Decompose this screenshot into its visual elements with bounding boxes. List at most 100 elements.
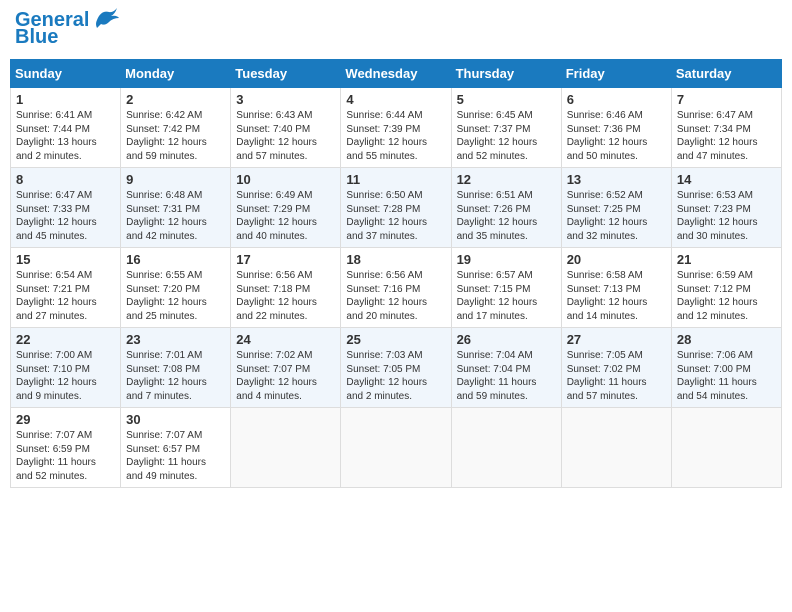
day-info: Sunrise: 7:04 AM Sunset: 7:04 PM Dayligh… [457,349,556,403]
calendar-cell: 5 Sunrise: 6:45 AM Sunset: 7:37 PM Daylig… [451,88,561,168]
day-info: Sunrise: 6:44 AM Sunset: 7:39 PM Dayligh… [346,109,445,163]
calendar-cell [231,408,341,488]
day-number: 2 [126,92,225,107]
day-info: Sunrise: 6:59 AM Sunset: 7:12 PM Dayligh… [677,269,776,323]
calendar-week-row: 15Sunrise: 6:54 AM Sunset: 7:21 PM Dayli… [11,248,782,328]
day-info: Sunrise: 6:41 AM Sunset: 7:44 PM Dayligh… [16,109,115,163]
calendar-cell: 11 Sunrise: 6:50 AM Sunset: 7:28 PM Dayli… [341,168,451,248]
calendar-cell: 21 Sunrise: 6:59 AM Sunset: 7:12 PM Dayli… [671,248,781,328]
calendar-cell: 1 Sunrise: 6:41 AM Sunset: 7:44 PM Daylig… [11,88,121,168]
calendar-cell: 25Sunrise: 7:03 AM Sunset: 7:05 PM Dayli… [341,328,451,408]
day-number: 26 [457,332,556,347]
calendar-cell: 18 Sunrise: 6:56 AM Sunset: 7:16 PM Dayli… [341,248,451,328]
day-info: Sunrise: 6:52 AM Sunset: 7:25 PM Dayligh… [567,189,666,243]
calendar-cell: 10 Sunrise: 6:49 AM Sunset: 7:29 PM Dayli… [231,168,341,248]
day-number: 4 [346,92,445,107]
calendar-cell: 7 Sunrise: 6:47 AM Sunset: 7:34 PM Daylig… [671,88,781,168]
day-number: 18 [346,252,445,267]
day-number: 24 [236,332,335,347]
day-info: Sunrise: 6:43 AM Sunset: 7:40 PM Dayligh… [236,109,335,163]
day-number: 1 [16,92,115,107]
day-info: Sunrise: 7:07 AM Sunset: 6:57 PM Dayligh… [126,429,225,483]
day-info: Sunrise: 7:03 AM Sunset: 7:05 PM Dayligh… [346,349,445,403]
day-number: 8 [16,172,115,187]
page-header: General Blue [10,10,782,49]
calendar-table: SundayMondayTuesdayWednesdayThursdayFrid… [10,59,782,488]
logo-blue: Blue [15,26,58,49]
day-info: Sunrise: 6:45 AM Sunset: 7:37 PM Dayligh… [457,109,556,163]
calendar-week-row: 29Sunrise: 7:07 AM Sunset: 6:59 PM Dayli… [11,408,782,488]
day-number: 30 [126,412,225,427]
day-number: 10 [236,172,335,187]
calendar-cell: 23Sunrise: 7:01 AM Sunset: 7:08 PM Dayli… [121,328,231,408]
calendar-cell [451,408,561,488]
day-info: Sunrise: 6:50 AM Sunset: 7:28 PM Dayligh… [346,189,445,243]
calendar-cell: 2 Sunrise: 6:42 AM Sunset: 7:42 PM Daylig… [121,88,231,168]
calendar-cell: 8 Sunrise: 6:47 AM Sunset: 7:33 PM Daylig… [11,168,121,248]
day-info: Sunrise: 7:06 AM Sunset: 7:00 PM Dayligh… [677,349,776,403]
weekday-header: Saturday [671,60,781,88]
day-number: 27 [567,332,666,347]
day-info: Sunrise: 7:02 AM Sunset: 7:07 PM Dayligh… [236,349,335,403]
day-info: Sunrise: 6:55 AM Sunset: 7:20 PM Dayligh… [126,269,225,323]
day-number: 5 [457,92,556,107]
day-number: 28 [677,332,776,347]
calendar-week-row: 22 Sunrise: 7:00 AM Sunset: 7:10 PM Dayli… [11,328,782,408]
day-number: 13 [567,172,666,187]
calendar-cell: 15Sunrise: 6:54 AM Sunset: 7:21 PM Dayli… [11,248,121,328]
calendar-cell: 22 Sunrise: 7:00 AM Sunset: 7:10 PM Dayli… [11,328,121,408]
calendar-cell: 28 Sunrise: 7:06 AM Sunset: 7:00 PM Dayli… [671,328,781,408]
day-info: Sunrise: 6:46 AM Sunset: 7:36 PM Dayligh… [567,109,666,163]
day-number: 11 [346,172,445,187]
calendar-cell: 6Sunrise: 6:46 AM Sunset: 7:36 PM Daylig… [561,88,671,168]
calendar-cell: 17 Sunrise: 6:56 AM Sunset: 7:18 PM Dayli… [231,248,341,328]
calendar-header-row: SundayMondayTuesdayWednesdayThursdayFrid… [11,60,782,88]
day-info: Sunrise: 6:47 AM Sunset: 7:33 PM Dayligh… [16,189,115,243]
calendar-week-row: 1 Sunrise: 6:41 AM Sunset: 7:44 PM Daylig… [11,88,782,168]
day-info: Sunrise: 7:07 AM Sunset: 6:59 PM Dayligh… [16,429,115,483]
weekday-header: Sunday [11,60,121,88]
calendar-cell: 20Sunrise: 6:58 AM Sunset: 7:13 PM Dayli… [561,248,671,328]
calendar-cell: 13 Sunrise: 6:52 AM Sunset: 7:25 PM Dayli… [561,168,671,248]
day-info: Sunrise: 6:51 AM Sunset: 7:26 PM Dayligh… [457,189,556,243]
day-number: 21 [677,252,776,267]
calendar-cell: 26 Sunrise: 7:04 AM Sunset: 7:04 PM Dayli… [451,328,561,408]
day-info: Sunrise: 6:53 AM Sunset: 7:23 PM Dayligh… [677,189,776,243]
weekday-header: Monday [121,60,231,88]
day-number: 17 [236,252,335,267]
day-number: 22 [16,332,115,347]
day-number: 12 [457,172,556,187]
day-number: 23 [126,332,225,347]
day-info: Sunrise: 6:47 AM Sunset: 7:34 PM Dayligh… [677,109,776,163]
calendar-cell: 24 Sunrise: 7:02 AM Sunset: 7:07 PM Dayli… [231,328,341,408]
day-info: Sunrise: 6:49 AM Sunset: 7:29 PM Dayligh… [236,189,335,243]
calendar-cell: 19 Sunrise: 6:57 AM Sunset: 7:15 PM Dayli… [451,248,561,328]
weekday-header: Friday [561,60,671,88]
calendar-week-row: 8 Sunrise: 6:47 AM Sunset: 7:33 PM Daylig… [11,168,782,248]
calendar-cell [341,408,451,488]
day-info: Sunrise: 6:57 AM Sunset: 7:15 PM Dayligh… [457,269,556,323]
weekday-header: Thursday [451,60,561,88]
calendar-cell: 29Sunrise: 7:07 AM Sunset: 6:59 PM Dayli… [11,408,121,488]
calendar-cell: 14 Sunrise: 6:53 AM Sunset: 7:23 PM Dayli… [671,168,781,248]
day-number: 9 [126,172,225,187]
calendar-cell [561,408,671,488]
calendar-cell: 4 Sunrise: 6:44 AM Sunset: 7:39 PM Daylig… [341,88,451,168]
calendar-cell: 3 Sunrise: 6:43 AM Sunset: 7:40 PM Daylig… [231,88,341,168]
day-number: 3 [236,92,335,107]
day-info: Sunrise: 6:48 AM Sunset: 7:31 PM Dayligh… [126,189,225,243]
logo-bird-icon [93,6,121,28]
weekday-header: Tuesday [231,60,341,88]
day-number: 14 [677,172,776,187]
day-info: Sunrise: 6:56 AM Sunset: 7:16 PM Dayligh… [346,269,445,323]
day-info: Sunrise: 6:56 AM Sunset: 7:18 PM Dayligh… [236,269,335,323]
day-info: Sunrise: 6:42 AM Sunset: 7:42 PM Dayligh… [126,109,225,163]
day-number: 19 [457,252,556,267]
calendar-cell [671,408,781,488]
day-info: Sunrise: 7:00 AM Sunset: 7:10 PM Dayligh… [16,349,115,403]
day-info: Sunrise: 7:05 AM Sunset: 7:02 PM Dayligh… [567,349,666,403]
calendar-cell: 12 Sunrise: 6:51 AM Sunset: 7:26 PM Dayli… [451,168,561,248]
logo: General Blue [15,10,121,49]
day-number: 7 [677,92,776,107]
day-info: Sunrise: 6:54 AM Sunset: 7:21 PM Dayligh… [16,269,115,323]
